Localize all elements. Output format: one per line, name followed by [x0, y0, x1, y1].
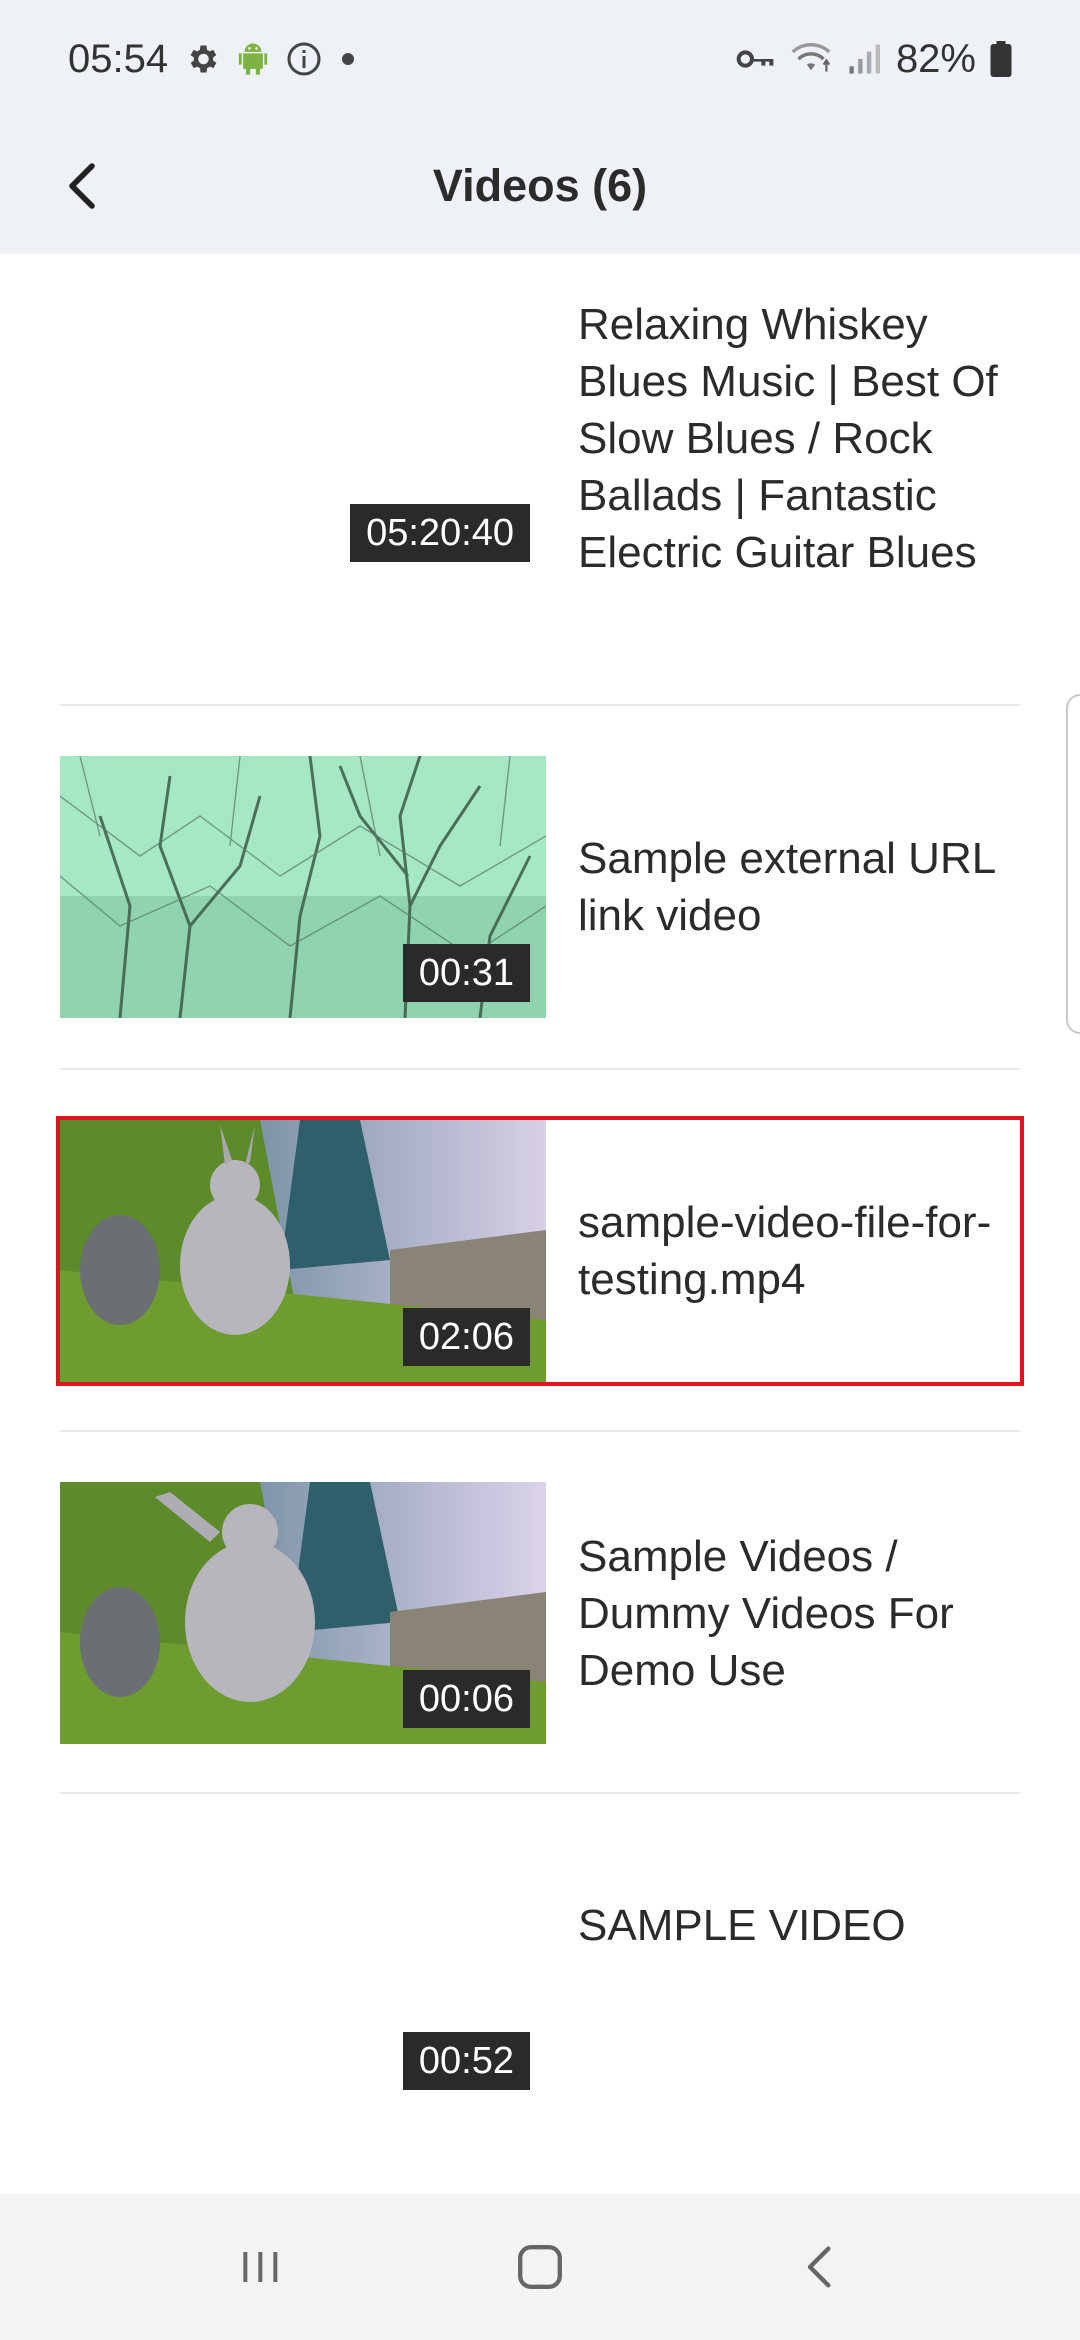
- video-list[interactable]: 05:20:40 Relaxing Whiskey Blues Music | …: [0, 254, 1080, 2194]
- video-item[interactable]: 05:20:40 Relaxing Whiskey Blues Music | …: [60, 298, 1020, 578]
- video-item[interactable]: 00:31 Sample external URL link video: [60, 756, 1020, 1018]
- duration-badge: 00:06: [402, 1670, 530, 1728]
- recents-icon: [243, 2252, 278, 2282]
- back-button[interactable]: [44, 148, 120, 224]
- nav-back-button[interactable]: [760, 2207, 880, 2327]
- divider: [60, 1068, 1020, 1070]
- status-left: 05:54: [68, 37, 358, 82]
- duration-badge: 00:31: [402, 944, 530, 1002]
- video-item[interactable]: 02:06 sample-video-file-for-testing.mp4: [56, 1116, 1024, 1386]
- status-time: 05:54: [68, 36, 169, 81]
- android-icon: [236, 40, 270, 78]
- key-icon: [736, 45, 776, 73]
- video-title: Sample Videos / Dummy Videos For Demo Us…: [578, 1531, 954, 1695]
- home-button[interactable]: [480, 2207, 600, 2327]
- page-title: Videos (6): [432, 160, 648, 211]
- video-item[interactable]: 00:06 Sample Videos / Dummy Videos For D…: [60, 1482, 1020, 1744]
- duration-badge: 02:06: [402, 1308, 530, 1366]
- video-title: SAMPLE VIDEO: [578, 1900, 906, 1950]
- home-icon: [518, 2245, 562, 2289]
- status-bar: 05:54 82%: [0, 0, 1080, 118]
- status-right: 82%: [736, 37, 1012, 82]
- video-title: Relaxing Whiskey Blues Music | Best Of S…: [578, 299, 998, 577]
- video-title: Sample external URL link video: [578, 834, 995, 940]
- battery-icon: [990, 41, 1012, 77]
- video-thumbnail: 00:06: [60, 1482, 546, 1744]
- recents-button[interactable]: [200, 2207, 320, 2327]
- navigation-bar: [0, 2194, 1080, 2340]
- gear-icon: [184, 41, 220, 77]
- signal-icon: [846, 43, 882, 75]
- duration-badge: 00:52: [402, 2032, 530, 2090]
- duration-badge: 05:20:40: [350, 504, 530, 562]
- wifi-icon: [790, 42, 832, 76]
- scrollbar[interactable]: [1066, 694, 1080, 1034]
- video-title: sample-video-file-for-testing.mp4: [578, 1198, 992, 1304]
- video-thumbnail: 00:31: [60, 756, 546, 1018]
- divider: [60, 1430, 1020, 1432]
- video-thumbnail: 05:20:40: [60, 298, 546, 578]
- video-item[interactable]: 00:52 SAMPLE VIDEO: [60, 1844, 1020, 2106]
- video-thumbnail: 02:06: [60, 1120, 546, 1382]
- video-thumbnail: 00:52: [60, 1844, 546, 2106]
- back-icon: [807, 2246, 831, 2288]
- divider: [60, 704, 1020, 706]
- app-bar: Videos (6): [0, 118, 1080, 254]
- dot-icon: [338, 49, 358, 69]
- divider: [60, 1792, 1020, 1794]
- info-icon: [286, 41, 322, 77]
- chevron-left-icon: [69, 163, 95, 209]
- battery-percent: 82%: [895, 36, 976, 81]
